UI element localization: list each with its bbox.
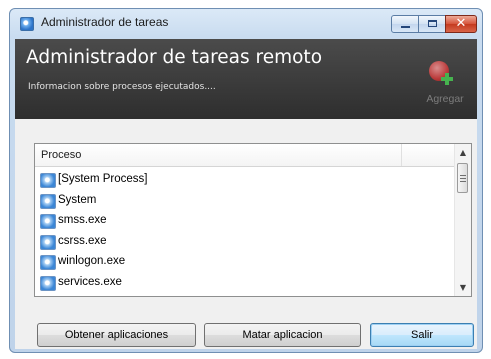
maximize-icon [428, 20, 437, 27]
process-name: smss.exe [58, 214, 107, 226]
minimize-icon [401, 26, 410, 28]
add-button-label: Agregar [426, 93, 464, 105]
scroll-down-arrow-icon[interactable]: ▼ [455, 279, 471, 296]
process-icon [40, 193, 56, 209]
kill-application-button[interactable]: Matar aplicacion [204, 323, 361, 347]
list-item[interactable]: services.exe [39, 274, 449, 295]
process-icon [40, 255, 56, 270]
window-title: Administrador de tareas [41, 15, 169, 29]
page-title: Administrador de tareas remoto [26, 47, 323, 68]
exit-button[interactable]: Salir [370, 323, 474, 347]
grip-line [460, 181, 466, 182]
process-icon [40, 214, 56, 229]
process-name: csrss.exe [58, 234, 107, 247]
app-window: Administrador de tareas ✕ Administrador … [9, 8, 483, 353]
column-separator[interactable] [401, 144, 402, 166]
process-name: [System Process] [58, 173, 148, 185]
list-item[interactable]: smss.exe [39, 212, 449, 233]
scroll-thumb[interactable] [457, 163, 468, 193]
page-subtitle: Informacion sobre procesos ejecutados...… [28, 82, 216, 92]
close-icon: ✕ [455, 16, 467, 31]
process-rows: [System Process] System smss.exe csrss.e… [39, 171, 449, 294]
maximize-button[interactable] [418, 15, 446, 33]
process-name: winlogon.exe [58, 255, 126, 267]
scroll-up-arrow-icon[interactable]: ▲ [455, 144, 471, 161]
title-bar[interactable]: Administrador de tareas ✕ [10, 9, 482, 39]
process-icon [40, 275, 56, 291]
list-item[interactable]: winlogon.exe [39, 253, 449, 274]
grip-line [460, 175, 466, 176]
process-name: services.exe [58, 275, 122, 288]
list-item[interactable]: [System Process] [39, 171, 449, 192]
process-icon [40, 173, 56, 188]
close-button[interactable]: ✕ [445, 15, 477, 33]
vertical-scrollbar[interactable]: ▲ ▼ [454, 144, 471, 296]
app-icon [20, 17, 34, 31]
content-panel: Proceso [System Process] System smss.exe [15, 119, 477, 349]
list-header: Proceso [35, 144, 455, 167]
grip-line [460, 178, 466, 179]
process-icon [40, 234, 56, 250]
column-header-proceso[interactable]: Proceso [41, 149, 81, 161]
minimize-button[interactable] [391, 15, 419, 33]
process-list[interactable]: Proceso [System Process] System smss.exe [34, 143, 472, 297]
get-applications-button[interactable]: Obtener aplicaciones [37, 323, 196, 347]
header-banner: Administrador de tareas remoto Informaci… [15, 39, 477, 119]
plus-icon [441, 73, 453, 85]
process-name: System [58, 193, 97, 206]
list-item[interactable]: System [39, 192, 449, 213]
add-button[interactable]: Agregar [417, 53, 473, 115]
list-item[interactable]: csrss.exe [39, 233, 449, 254]
